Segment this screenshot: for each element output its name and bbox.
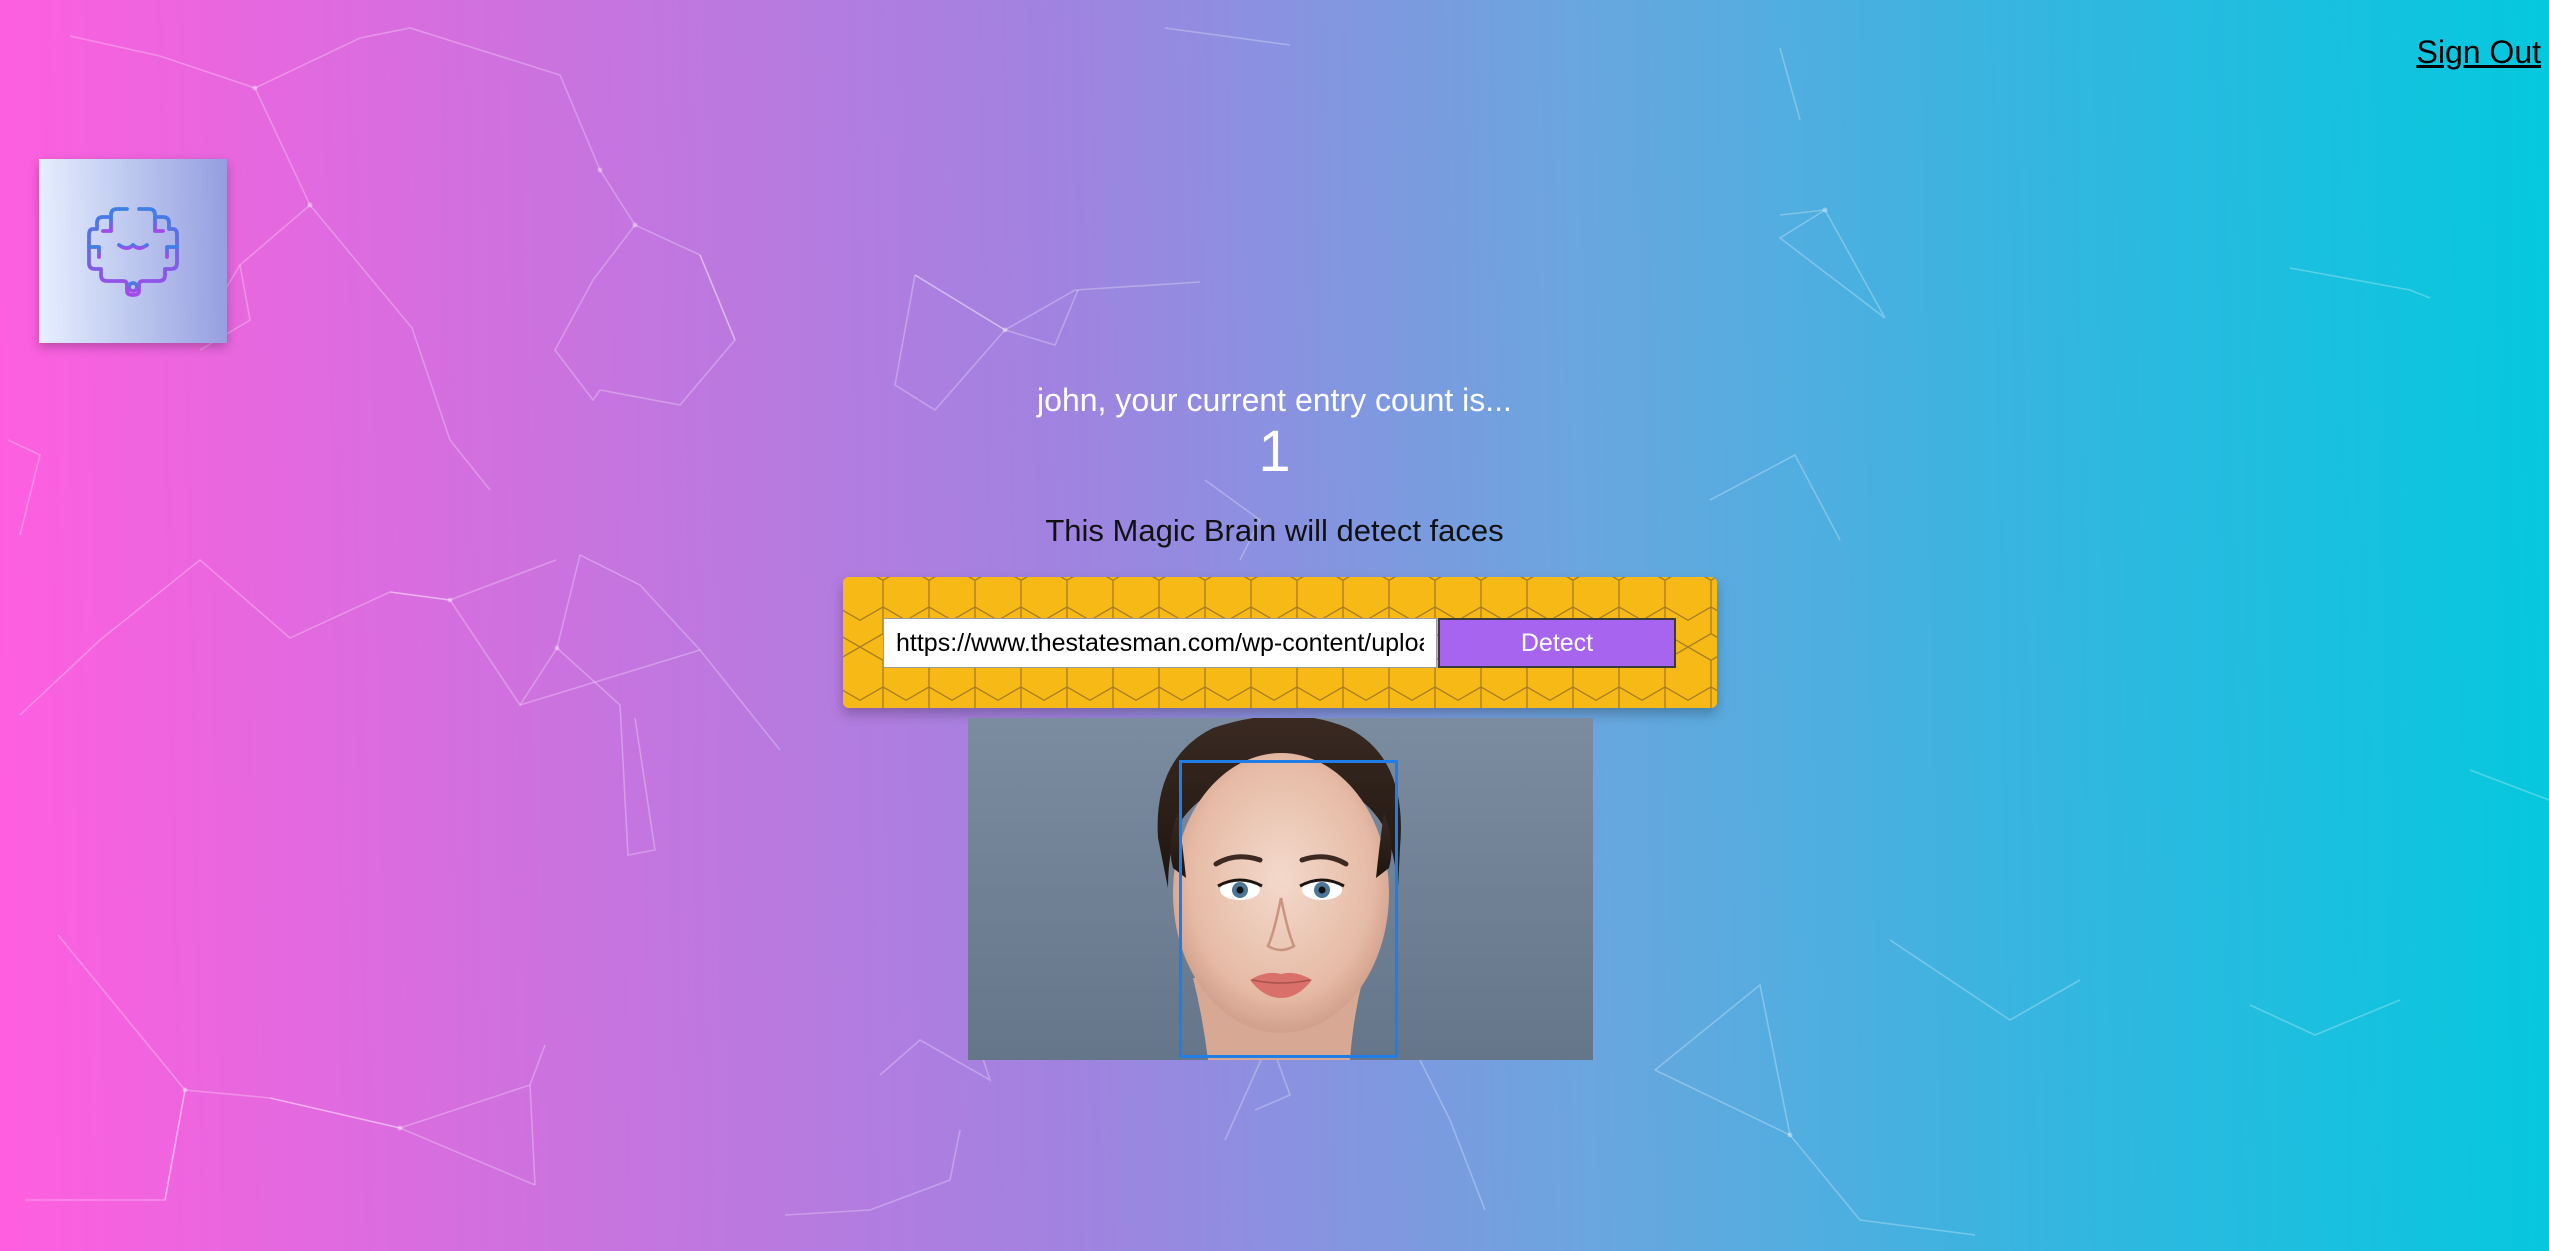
logo-card xyxy=(39,159,227,343)
entry-greeting: john, your current entry count is... xyxy=(1037,382,1512,418)
sign-out-link[interactable]: Sign Out xyxy=(2416,34,2541,71)
entry-count: 1 xyxy=(1258,419,1291,484)
face-image xyxy=(968,718,1593,1060)
form-description: This Magic Brain will detect faces xyxy=(1045,513,1504,548)
brain-icon xyxy=(87,207,179,297)
detect-button[interactable]: Detect xyxy=(1438,618,1676,668)
image-link-form: Detect xyxy=(843,577,1717,708)
image-url-input[interactable] xyxy=(883,618,1437,668)
face-bounding-box xyxy=(1179,760,1398,1058)
